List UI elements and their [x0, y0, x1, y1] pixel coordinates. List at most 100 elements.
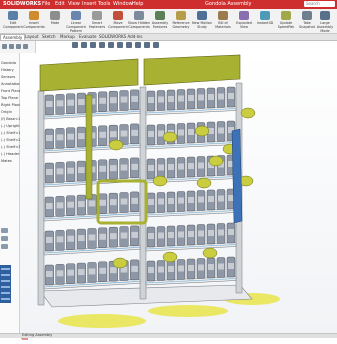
edit-component-icon — [8, 11, 18, 20]
blister-pack — [162, 131, 178, 143]
floor-shadow-left — [58, 314, 146, 328]
show-hidden-icon — [134, 11, 144, 20]
menu-insert[interactable]: Insert — [82, 1, 96, 7]
product-label — [168, 198, 174, 204]
section-view-icon[interactable] — [99, 42, 105, 48]
product-label — [120, 198, 128, 205]
previous-view-icon[interactable] — [90, 42, 96, 48]
product-label — [110, 199, 117, 206]
assembly-features-icon — [155, 11, 165, 20]
tree-item[interactable]: Top Plane — [1, 96, 18, 100]
design-library-icon[interactable] — [1, 236, 8, 241]
product-label — [178, 265, 184, 272]
view-settings-icon[interactable] — [153, 42, 159, 48]
product-label — [208, 196, 214, 202]
display-style-icon[interactable] — [117, 42, 123, 48]
menu-help[interactable]: Help — [132, 1, 143, 7]
product-label — [120, 164, 128, 171]
product-label — [228, 195, 234, 201]
configuration-manager-icon[interactable] — [16, 44, 21, 49]
search-input[interactable]: Search — [304, 1, 335, 7]
product-label — [110, 233, 117, 240]
product-label — [228, 229, 234, 235]
exploded-view-icon — [239, 11, 249, 20]
manager-tabs — [0, 41, 36, 53]
product-label — [208, 264, 214, 270]
selected-tree-items[interactable] — [0, 265, 11, 303]
menu-window[interactable]: Window — [113, 1, 133, 7]
product-label — [148, 199, 154, 205]
menu-tools[interactable]: Tools — [98, 1, 110, 7]
product-label — [188, 265, 194, 271]
snapshot-icon — [302, 11, 312, 20]
product-label — [110, 131, 117, 138]
blister-pack — [196, 177, 212, 189]
task-pane-buttons — [0, 228, 9, 258]
status-text: Editing Assembly — [22, 333, 53, 337]
product-label — [188, 197, 194, 203]
tab-addins[interactable]: SOLIDWORKS Add-Ins — [97, 34, 144, 40]
tree-item[interactable]: Front Plane — [1, 89, 21, 93]
product-label — [131, 129, 138, 136]
tab-assembly[interactable]: Assembly — [0, 34, 26, 40]
tree-item[interactable]: Right Plane — [1, 103, 21, 107]
dimxpert-icon[interactable] — [23, 44, 28, 49]
tree-item[interactable]: Gondola — [1, 61, 16, 65]
product-label — [198, 264, 204, 271]
product-label — [218, 93, 224, 100]
product-label — [168, 266, 174, 272]
feature-tree-icon[interactable] — [2, 44, 7, 49]
graphics-area[interactable] — [20, 53, 337, 333]
product-label — [158, 198, 164, 205]
product-label — [158, 96, 164, 103]
product-label — [178, 197, 184, 204]
menu-edit[interactable]: Edit — [55, 1, 65, 7]
title-bar: SOLIDWORKS File Edit View Insert Tools W… — [0, 0, 337, 9]
product-label — [67, 133, 74, 140]
resources-icon[interactable] — [1, 228, 8, 233]
tab-markup[interactable]: Markup — [58, 34, 77, 40]
zoom-area-icon[interactable] — [81, 42, 87, 48]
property-manager-icon[interactable] — [9, 44, 14, 49]
upright-left — [37, 90, 45, 306]
product-label — [88, 234, 96, 241]
menu-file[interactable]: File — [42, 1, 50, 7]
large-assembly-icon — [320, 11, 330, 20]
blister-pack — [162, 251, 178, 263]
tree-item[interactable]: Mates — [1, 159, 12, 163]
product-label — [56, 202, 64, 209]
large-assembly-mode-button[interactable]: Large Assembly Mode — [313, 10, 337, 33]
product-label — [46, 237, 53, 243]
tree-item[interactable]: Origin — [1, 110, 12, 114]
edit-appearance-icon[interactable] — [135, 42, 141, 48]
product-label — [178, 231, 184, 238]
file-explorer-icon[interactable] — [1, 244, 8, 249]
tab-evaluate[interactable]: Evaluate — [77, 34, 98, 40]
product-label — [178, 129, 184, 136]
product-label — [198, 230, 204, 237]
product-label — [99, 165, 106, 172]
product-label — [198, 162, 204, 169]
reference-geometry-icon — [176, 11, 186, 20]
tab-layout[interactable]: Layout — [23, 34, 41, 40]
product-label — [178, 163, 184, 170]
command-tabs: Assembly Layout Sketch Markup Evaluate S… — [0, 34, 337, 41]
product-label — [78, 133, 85, 140]
menu-view[interactable]: View — [68, 1, 80, 7]
hide-show-items-icon[interactable] — [126, 42, 132, 48]
product-label — [56, 100, 64, 107]
apply-scene-icon[interactable] — [144, 42, 150, 48]
product-label — [120, 130, 128, 137]
tree-item[interactable]: Sensors — [1, 75, 15, 79]
tab-sketch[interactable]: Sketch — [40, 34, 57, 40]
tree-item[interactable]: History — [1, 68, 14, 72]
view-orientation-icon[interactable] — [108, 42, 114, 48]
blister-pack — [194, 125, 210, 137]
product-label — [46, 203, 53, 209]
product-label — [110, 165, 117, 172]
product-label — [88, 268, 96, 275]
motion-study-icon — [197, 11, 207, 20]
zoom-to-fit-icon[interactable] — [72, 42, 78, 48]
blister-pack — [152, 175, 168, 187]
product-label — [46, 135, 53, 141]
